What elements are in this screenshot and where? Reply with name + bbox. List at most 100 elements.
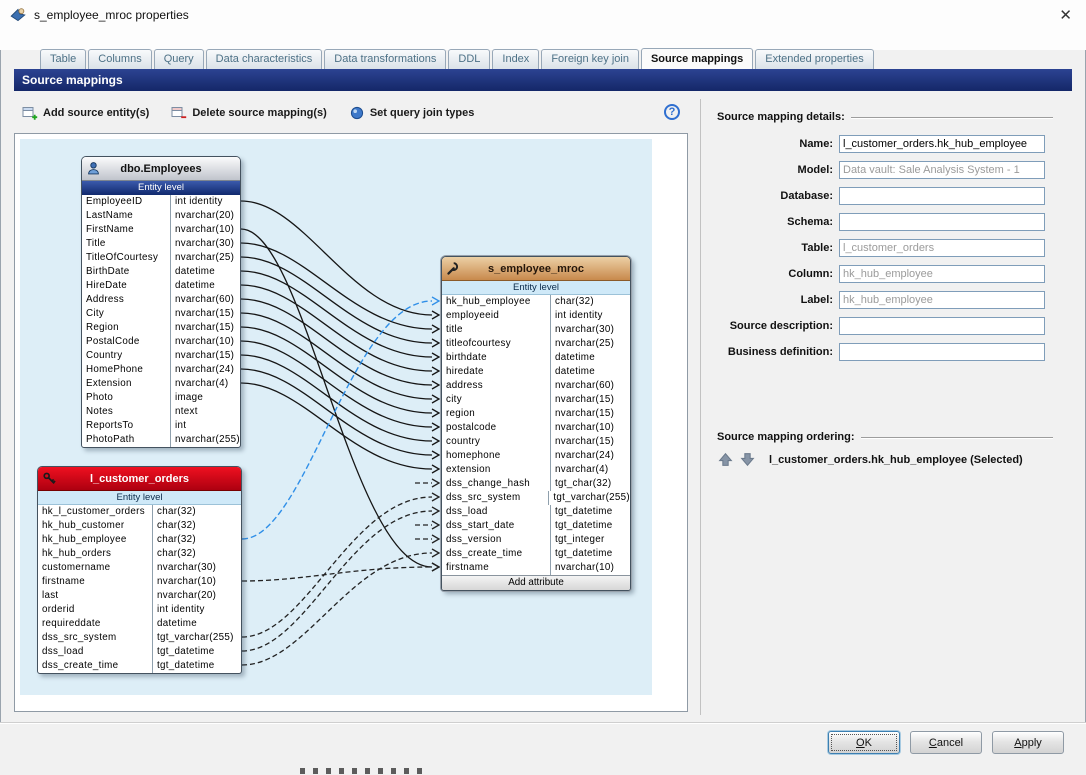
mapping-connection[interactable] <box>241 300 433 540</box>
attribute-row[interactable]: extension nvarchar(4) <box>442 463 630 477</box>
attribute-row[interactable]: region nvarchar(15) <box>442 407 630 421</box>
attribute-row[interactable]: hiredate datetime <box>442 365 630 379</box>
close-icon[interactable]: ✕ <box>1059 8 1072 23</box>
attribute-row[interactable]: Extension nvarchar(4) <box>82 377 240 391</box>
attribute-row[interactable]: homephone nvarchar(24) <box>442 449 630 463</box>
mapping-connection[interactable] <box>241 552 433 666</box>
entity-s_employee_mroc[interactable]: s_employee_mroc Entity level hk_hub_employ… <box>441 256 631 591</box>
attribute-row[interactable]: last nvarchar(20) <box>38 589 241 603</box>
ok-button[interactable]: OK <box>828 731 900 754</box>
attribute-row[interactable]: Notes ntext <box>82 405 240 419</box>
tab-query[interactable]: Query <box>153 49 204 69</box>
source-description-input[interactable] <box>839 317 1045 335</box>
attribute-row[interactable]: postalcode nvarchar(10) <box>442 421 630 435</box>
model-input[interactable] <box>839 161 1045 179</box>
attribute-row[interactable]: PostalCode nvarchar(10) <box>82 335 240 349</box>
attribute-row[interactable]: dss_version tgt_integer <box>442 533 630 547</box>
delete-source-mapping-button[interactable]: Delete source mapping(s) <box>171 105 327 121</box>
entity-l_customer_orders[interactable]: l_customer_orders Entity level hk_l_custom… <box>37 466 242 674</box>
mapping-connection[interactable] <box>241 566 433 582</box>
attribute-row[interactable]: customername nvarchar(30) <box>38 561 241 575</box>
attribute-row[interactable]: firstname nvarchar(10) <box>38 575 241 589</box>
attribute-row[interactable]: dss_change_hash tgt_char(32) <box>442 477 630 491</box>
attribute-row[interactable]: dss_start_date tgt_datetime <box>442 519 630 533</box>
move-up-icon[interactable] <box>717 451 734 468</box>
attribute-row[interactable]: TitleOfCourtesy nvarchar(25) <box>82 251 240 265</box>
attribute-row[interactable]: requireddate datetime <box>38 617 241 631</box>
database-input[interactable] <box>839 187 1045 205</box>
attribute-row[interactable]: hk_hub_orders char(32) <box>38 547 241 561</box>
attribute-row[interactable]: ReportsTo int <box>82 419 240 433</box>
attribute-row[interactable]: HireDate datetime <box>82 279 240 293</box>
attribute-row[interactable]: title nvarchar(30) <box>442 323 630 337</box>
attribute-row[interactable]: Country nvarchar(15) <box>82 349 240 363</box>
mapping-connection[interactable] <box>240 270 433 358</box>
attribute-row[interactable]: dss_create_time tgt_datetime <box>442 547 630 561</box>
entity-header[interactable]: s_employee_mroc <box>442 257 630 281</box>
attribute-row[interactable]: PhotoPath nvarchar(255) <box>82 433 240 447</box>
mapping-connection[interactable] <box>240 256 433 344</box>
mapping-connection[interactable] <box>240 284 433 372</box>
tab-data-transformations[interactable]: Data transformations <box>324 49 447 69</box>
attribute-row[interactable]: dss_src_system tgt_varchar(255) <box>442 491 630 505</box>
tab-extended-properties[interactable]: Extended properties <box>755 49 874 69</box>
attribute-row[interactable]: city nvarchar(15) <box>442 393 630 407</box>
attribute-row[interactable]: FirstName nvarchar(10) <box>82 223 240 237</box>
tab-table[interactable]: Table <box>40 49 87 69</box>
entity-dbo_employees[interactable]: dbo.Employees Entity level EmployeeID int i… <box>81 156 241 448</box>
tab-foreign-key-join[interactable]: Foreign key join <box>541 49 639 69</box>
attribute-row[interactable]: birthdate datetime <box>442 351 630 365</box>
diagram-canvas[interactable]: dbo.Employees Entity level EmployeeID int i… <box>20 139 652 695</box>
attribute-row[interactable]: Title nvarchar(30) <box>82 237 240 251</box>
attribute-row[interactable]: dss_create_time tgt_datetime <box>38 659 241 673</box>
cancel-button[interactable]: Cancel <box>910 731 982 754</box>
attribute-row[interactable]: dss_src_system tgt_varchar(255) <box>38 631 241 645</box>
help-icon[interactable]: ? <box>664 104 680 120</box>
attribute-row[interactable]: hk_l_customer_orders char(32) <box>38 505 241 519</box>
mapping-connection[interactable] <box>240 298 433 386</box>
entity-header[interactable]: dbo.Employees <box>82 157 240 181</box>
move-down-icon[interactable] <box>739 451 756 468</box>
ordering-item[interactable]: l_customer_orders.hk_hub_employee (Selec… <box>769 454 1023 466</box>
mapping-connection[interactable] <box>240 242 433 330</box>
add-attribute-button[interactable]: Add attribute <box>442 575 630 590</box>
tab-source-mappings[interactable]: Source mappings <box>640 48 754 69</box>
attribute-row[interactable]: address nvarchar(60) <box>442 379 630 393</box>
set-query-join-types-button[interactable]: Set query join types <box>349 105 474 121</box>
tab-ddl[interactable]: DDL <box>448 49 491 69</box>
name-input[interactable] <box>839 135 1045 153</box>
attribute-row[interactable]: dss_load tgt_datetime <box>442 505 630 519</box>
attribute-row[interactable]: orderid int identity <box>38 603 241 617</box>
mapping-connection[interactable] <box>240 200 433 316</box>
table-input[interactable] <box>839 239 1045 257</box>
attribute-row[interactable]: country nvarchar(15) <box>442 435 630 449</box>
attribute-row[interactable]: BirthDate datetime <box>82 265 240 279</box>
schema-input[interactable] <box>839 213 1045 231</box>
attribute-row[interactable]: dss_load tgt_datetime <box>38 645 241 659</box>
attribute-row[interactable]: employeeid int identity <box>442 309 630 323</box>
tab-index[interactable]: Index <box>492 49 540 69</box>
attribute-row[interactable]: EmployeeID int identity <box>82 195 240 209</box>
attribute-row[interactable]: titleofcourtesy nvarchar(25) <box>442 337 630 351</box>
attribute-name: PhotoPath <box>86 434 135 445</box>
attribute-row[interactable]: HomePhone nvarchar(24) <box>82 363 240 377</box>
entity-header[interactable]: l_customer_orders <box>38 467 241 491</box>
add-source-entity-button[interactable]: Add source entity(s) <box>22 105 149 121</box>
label-input[interactable] <box>839 291 1045 309</box>
mapping-connection[interactable] <box>240 228 433 568</box>
attribute-row[interactable]: LastName nvarchar(20) <box>82 209 240 223</box>
attribute-row[interactable]: Region nvarchar(15) <box>82 321 240 335</box>
mapping-connection[interactable] <box>241 510 433 652</box>
column-input[interactable] <box>839 265 1045 283</box>
attribute-row[interactable]: hk_hub_employee char(32) <box>442 295 630 309</box>
attribute-row[interactable]: hk_hub_employee char(32) <box>38 533 241 547</box>
apply-button[interactable]: Apply <box>992 731 1064 754</box>
attribute-row[interactable]: Address nvarchar(60) <box>82 293 240 307</box>
attribute-row[interactable]: City nvarchar(15) <box>82 307 240 321</box>
tab-data-characteristics[interactable]: Data characteristics <box>205 49 323 69</box>
attribute-row[interactable]: Photo image <box>82 391 240 405</box>
attribute-row[interactable]: firstname nvarchar(10) <box>442 561 630 575</box>
attribute-row[interactable]: hk_hub_customer char(32) <box>38 519 241 533</box>
tab-columns[interactable]: Columns <box>88 49 152 69</box>
business-definition-input[interactable] <box>839 343 1045 361</box>
